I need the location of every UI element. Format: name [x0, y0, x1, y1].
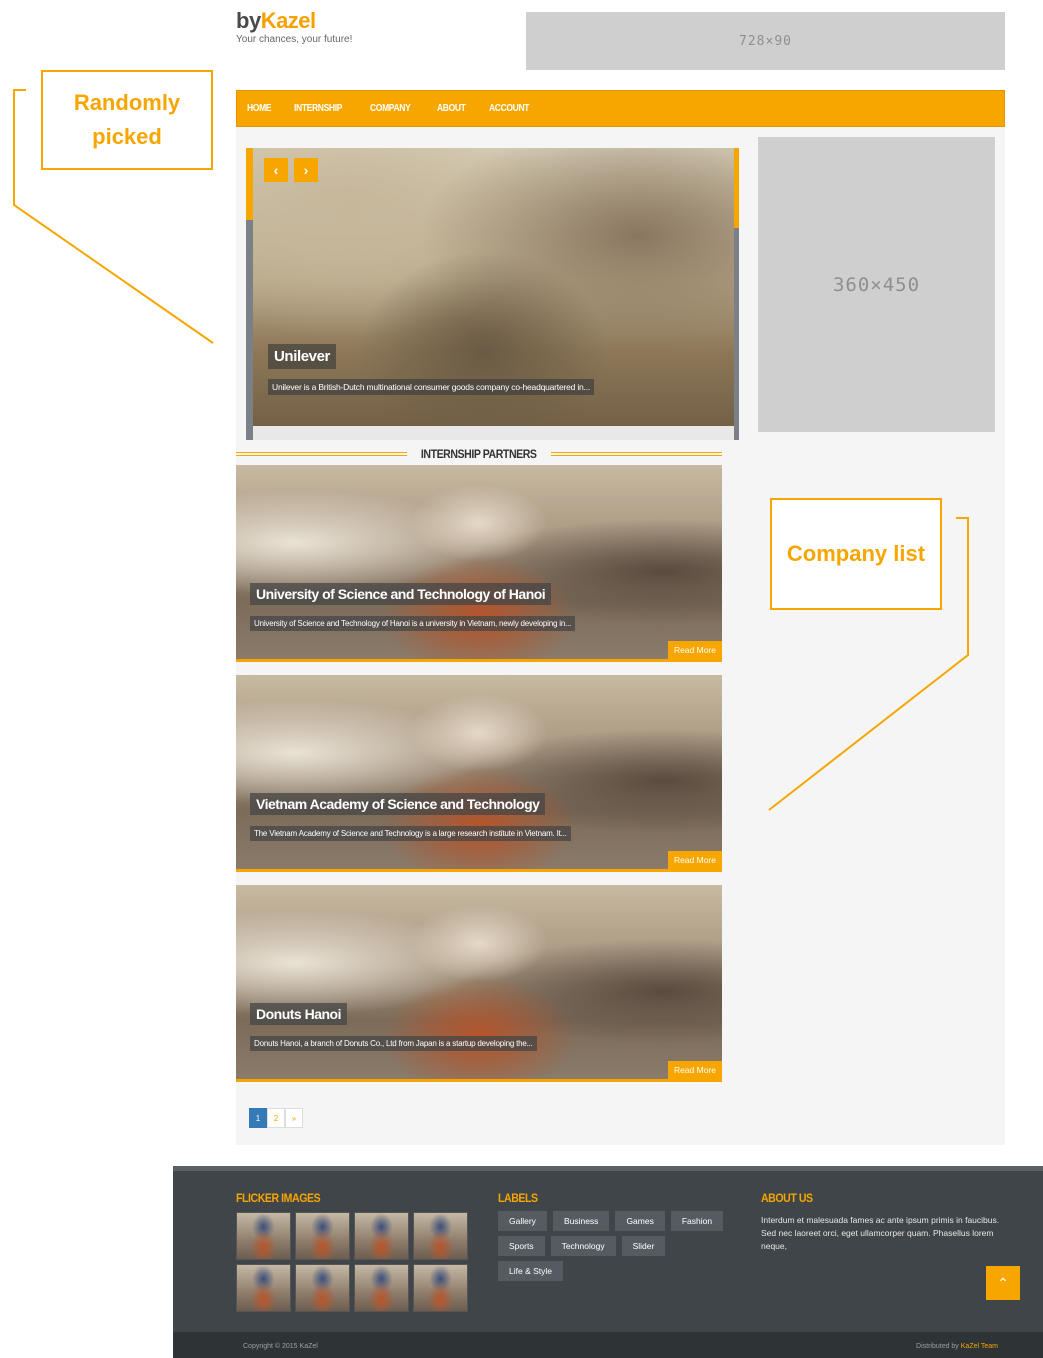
annotation-company-list: Company list	[770, 498, 942, 610]
annotation-connector-lines	[13, 89, 969, 811]
annotation-randomly-picked: Randomly picked	[41, 70, 213, 170]
